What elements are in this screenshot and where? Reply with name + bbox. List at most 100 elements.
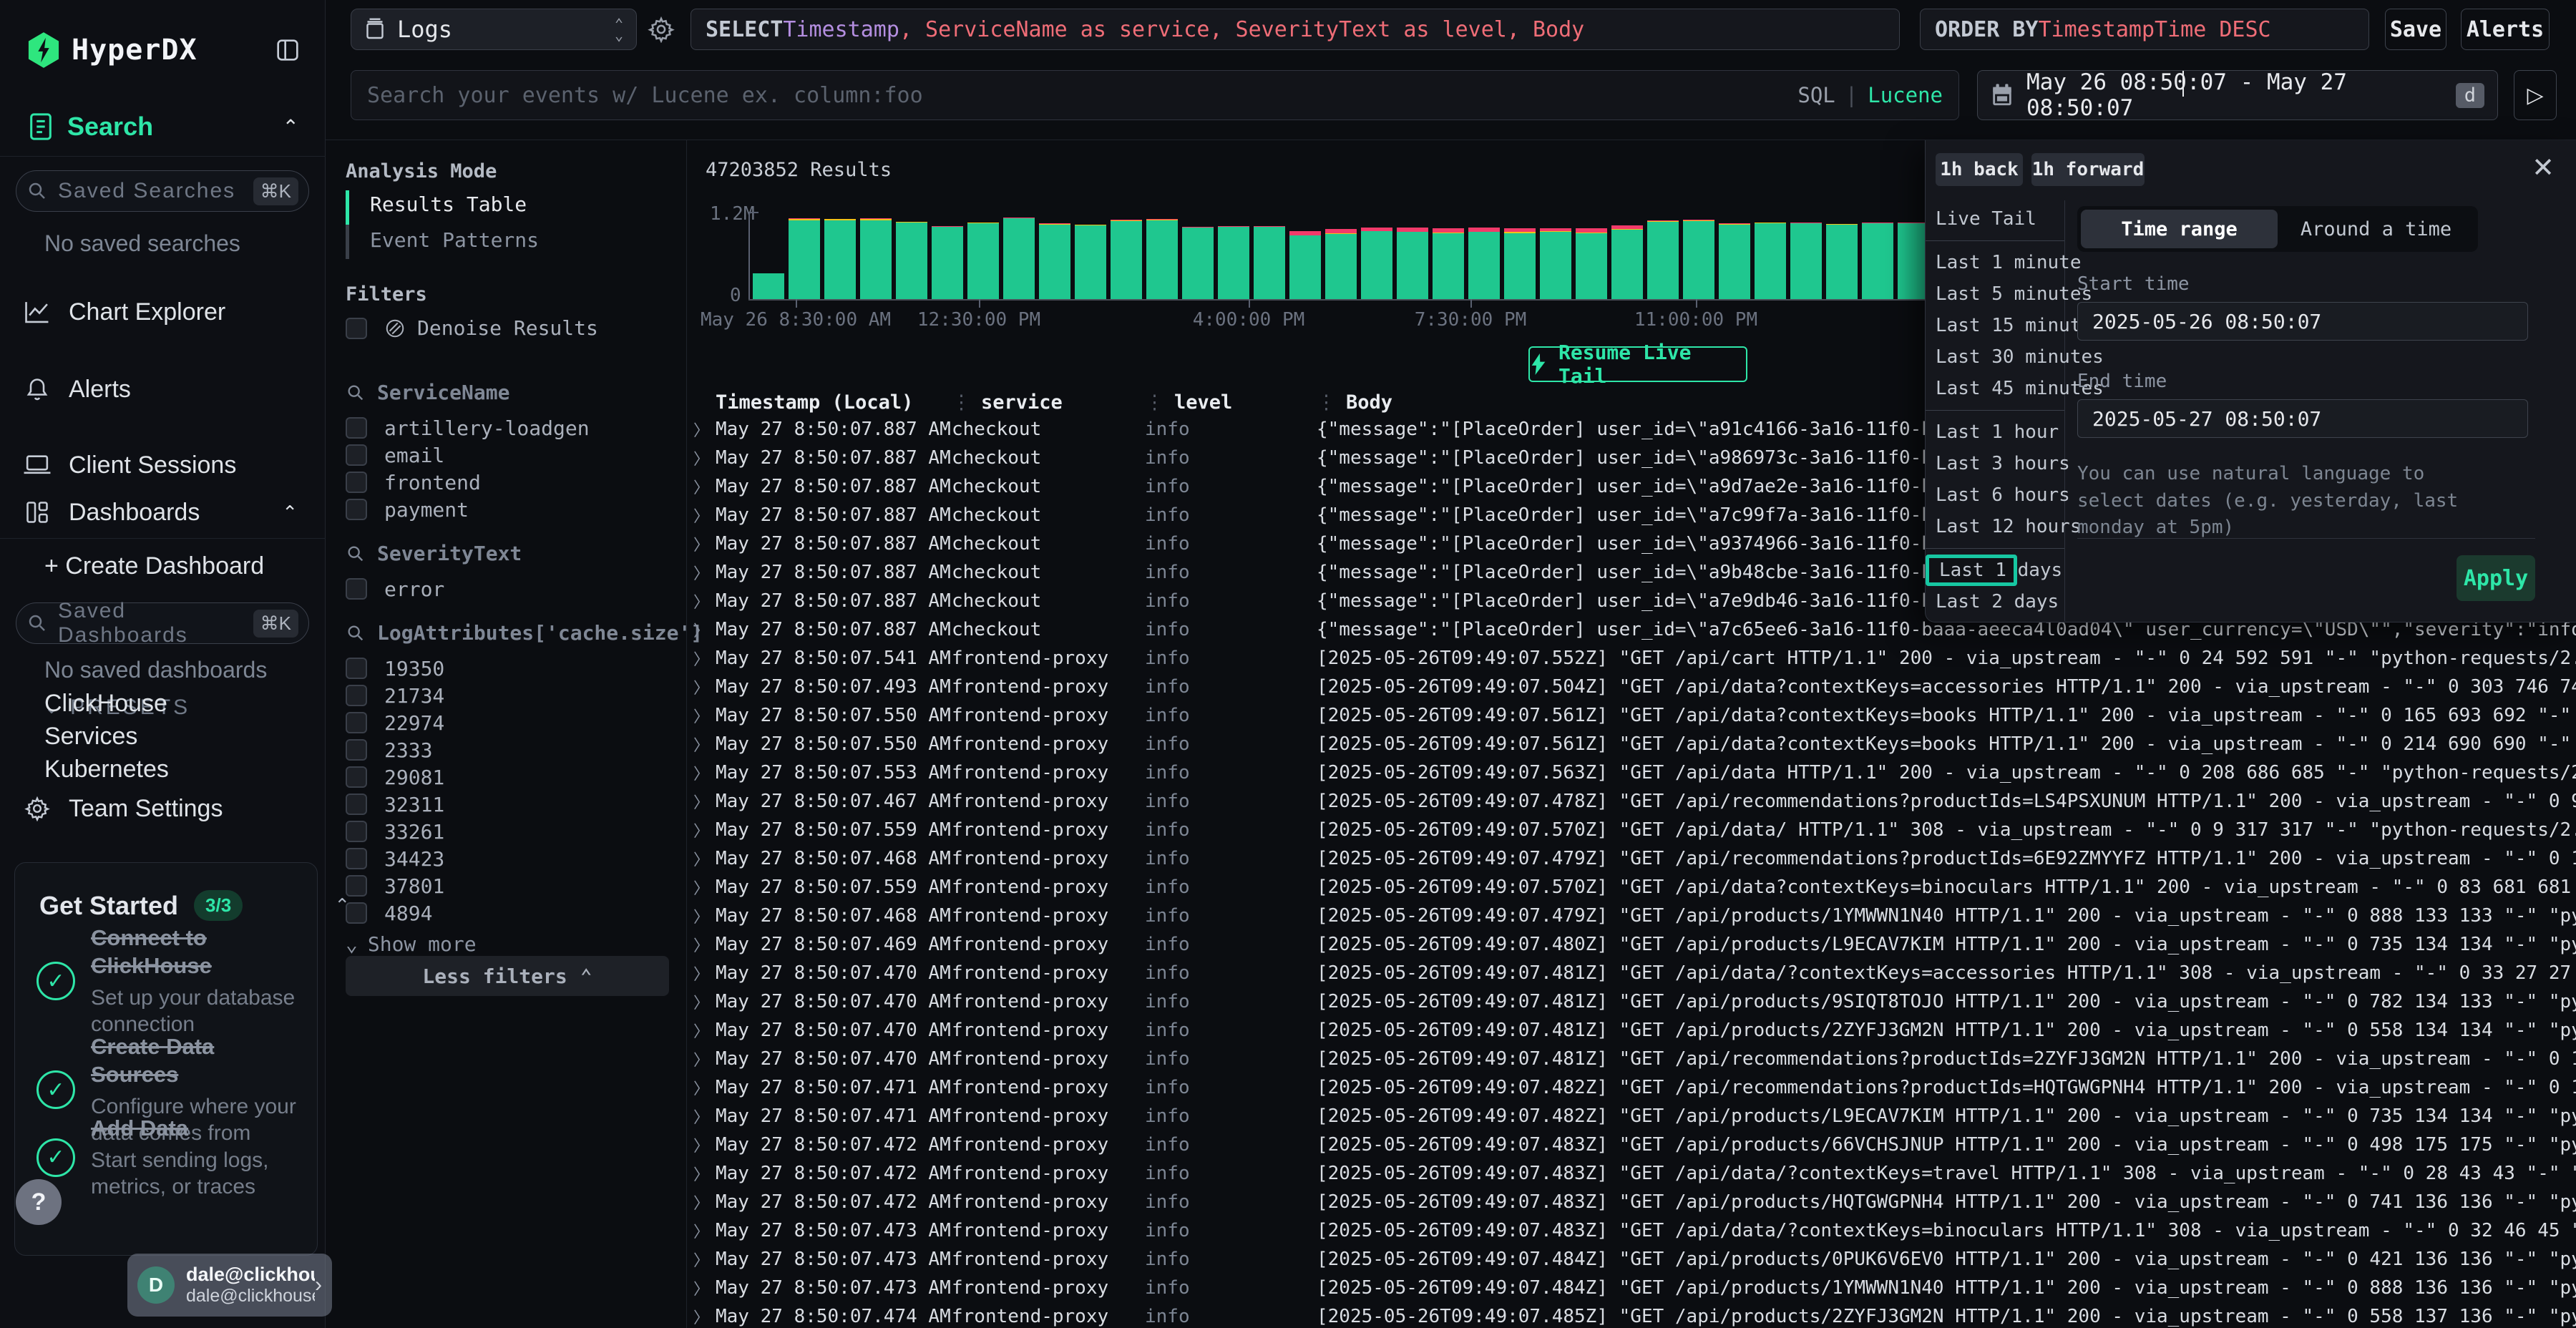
drag-handle-icon[interactable]: ⋮ xyxy=(952,391,971,414)
row-expand-chevron-icon[interactable]: 〉 xyxy=(687,532,716,555)
filter-value-checkbox[interactable]: email xyxy=(346,441,669,469)
quick-range-last-2-days[interactable]: Last 2 days xyxy=(1926,586,2064,617)
row-expand-chevron-icon[interactable]: 〉 xyxy=(687,1191,716,1214)
filter-value-checkbox[interactable]: 19350 xyxy=(346,655,669,682)
quick-range-last-45-minutes[interactable]: Last 45 minutes xyxy=(1926,373,2064,404)
row-expand-chevron-icon[interactable]: 〉 xyxy=(687,418,716,441)
table-row[interactable]: 〉May 27 8:50:07.470 AMfrontend-proxyinfo… xyxy=(687,987,2576,1016)
shift-back-button[interactable]: 1h back xyxy=(1936,153,2023,186)
shift-forward-button[interactable]: 1h forward xyxy=(2031,153,2145,186)
less-filters-button[interactable]: Less filters ⌃ xyxy=(346,956,669,996)
search-icon[interactable] xyxy=(346,623,366,643)
alerts-button[interactable]: Alerts xyxy=(2461,9,2550,50)
source-settings-gear-icon[interactable] xyxy=(648,16,675,43)
table-row[interactable]: 〉May 27 8:50:07.559 AMfrontend-proxyinfo… xyxy=(687,873,2576,902)
filter-value-checkbox[interactable]: 21734 xyxy=(346,682,669,709)
sidebar-item-client-sessions[interactable]: Client Sessions xyxy=(21,445,308,485)
saved-searches-input[interactable]: Saved Searches ⌘K xyxy=(16,170,309,212)
table-row[interactable]: 〉May 27 8:50:07.468 AMfrontend-proxyinfo… xyxy=(687,844,2576,873)
search-icon[interactable] xyxy=(346,544,366,564)
end-time-input[interactable]: 2025-05-27 08:50:07 xyxy=(2077,399,2528,438)
show-more-link[interactable]: ⌄Show more xyxy=(346,932,669,956)
sql-select-editor[interactable]: SELECT Timestamp, ServiceName as service… xyxy=(691,9,1900,50)
drag-handle-icon[interactable]: ⋮ xyxy=(1145,391,1164,414)
filter-value-checkbox[interactable]: 29081 xyxy=(346,763,669,791)
table-row[interactable]: 〉May 27 8:50:07.553 AMfrontend-proxyinfo… xyxy=(687,758,2576,787)
column-header-timestamp[interactable]: Timestamp (Local) xyxy=(716,391,952,414)
row-expand-chevron-icon[interactable]: 〉 xyxy=(687,1248,716,1271)
table-row[interactable]: 〉May 27 8:50:07.472 AMfrontend-proxyinfo… xyxy=(687,1188,2576,1216)
row-expand-chevron-icon[interactable]: 〉 xyxy=(687,1105,716,1128)
preset-item-services[interactable]: Services xyxy=(44,723,137,751)
drag-handle-icon[interactable]: ⋮ xyxy=(1317,391,1336,414)
filter-value-checkbox[interactable]: error xyxy=(346,575,669,602)
save-button[interactable]: Save xyxy=(2385,9,2446,50)
row-expand-chevron-icon[interactable]: 〉 xyxy=(687,561,716,584)
row-expand-chevron-icon[interactable]: 〉 xyxy=(687,1019,716,1042)
table-row[interactable]: 〉May 27 8:50:07.473 AMfrontend-proxyinfo… xyxy=(687,1216,2576,1245)
create-dashboard-button[interactable]: + Create Dashboard xyxy=(44,552,264,580)
analysis-mode-results-table[interactable]: Results Table xyxy=(346,186,539,222)
row-expand-chevron-icon[interactable]: 〉 xyxy=(687,904,716,927)
row-expand-chevron-icon[interactable]: 〉 xyxy=(687,790,716,813)
table-row[interactable]: 〉May 27 8:50:07.472 AMfrontend-proxyinfo… xyxy=(687,1159,2576,1188)
filter-value-checkbox[interactable]: 4894 xyxy=(346,899,669,927)
quick-range-last-6-hours[interactable]: Last 6 hours xyxy=(1926,479,2064,511)
sidebar-item-team-settings[interactable]: Team Settings xyxy=(21,788,308,829)
get-started-item[interactable]: ✓Connect to ClickHouseSet up your databa… xyxy=(36,924,301,1038)
row-expand-chevron-icon[interactable]: 〉 xyxy=(687,1048,716,1070)
row-expand-chevron-icon[interactable]: 〉 xyxy=(687,1219,716,1242)
preset-item-kubernetes[interactable]: Kubernetes xyxy=(44,756,169,783)
lang-toggle-lucene[interactable]: Lucene xyxy=(1868,83,1943,107)
analysis-mode-event-patterns[interactable]: Event Patterns xyxy=(346,222,539,258)
start-time-input[interactable]: 2025-05-26 08:50:07 xyxy=(2077,302,2528,341)
get-started-item[interactable]: ✓Add DataStart sending logs, metrics, or… xyxy=(36,1115,301,1201)
table-row[interactable]: 〉May 27 8:50:07.474 AMfrontend-proxyinfo… xyxy=(687,1302,2576,1328)
filter-value-checkbox[interactable]: 37801 xyxy=(346,872,669,899)
date-range-input[interactable]: May 26 08:50:07 - May 27 08:50:07 d xyxy=(1977,70,2498,120)
row-expand-chevron-icon[interactable]: 〉 xyxy=(687,647,716,670)
filter-value-checkbox[interactable]: payment xyxy=(346,496,669,523)
row-expand-chevron-icon[interactable]: 〉 xyxy=(687,962,716,985)
row-expand-chevron-icon[interactable]: 〉 xyxy=(687,933,716,956)
row-expand-chevron-icon[interactable]: 〉 xyxy=(687,761,716,784)
lang-toggle-sql[interactable]: SQL xyxy=(1797,83,1835,107)
chevron-up-icon[interactable]: ⌃ xyxy=(282,502,298,524)
close-icon[interactable]: ✕ xyxy=(2532,152,2555,184)
sidebar-item-chart-explorer[interactable]: Chart Explorer xyxy=(21,292,308,332)
table-row[interactable]: 〉May 27 8:50:07.550 AMfrontend-proxyinfo… xyxy=(687,701,2576,730)
table-row[interactable]: 〉May 27 8:50:07.559 AMfrontend-proxyinfo… xyxy=(687,816,2576,844)
table-row[interactable]: 〉May 27 8:50:07.471 AMfrontend-proxyinfo… xyxy=(687,1073,2576,1102)
table-row[interactable]: 〉May 27 8:50:07.468 AMfrontend-proxyinfo… xyxy=(687,902,2576,930)
apply-button[interactable]: Apply xyxy=(2457,555,2535,601)
search-input[interactable]: Search your events w/ Lucene ex. column:… xyxy=(351,70,1959,120)
filter-value-checkbox[interactable]: 22974 xyxy=(346,709,669,736)
sidebar-item-search[interactable]: Search ⌃ xyxy=(27,109,306,145)
chevron-up-icon[interactable]: ⌃ xyxy=(283,115,299,139)
saved-dashboards-input[interactable]: Saved Dashboards ⌘K xyxy=(16,602,309,644)
quick-range-last-15-minutes[interactable]: Last 15 minutes xyxy=(1926,310,2064,341)
row-expand-chevron-icon[interactable]: 〉 xyxy=(687,1076,716,1099)
row-expand-chevron-icon[interactable]: 〉 xyxy=(687,504,716,527)
user-menu[interactable]: D dale@clickhouse.com dale@clickhouse.co… xyxy=(127,1254,332,1317)
filter-value-checkbox[interactable]: 32311 xyxy=(346,791,669,818)
sidebar-item-alerts[interactable]: Alerts xyxy=(21,369,308,409)
quick-range-live-tail[interactable]: Live Tail xyxy=(1926,203,2064,235)
quick-range-last-3-hours[interactable]: Last 3 hours xyxy=(1926,448,2064,479)
table-row[interactable]: 〉May 27 8:50:07.472 AMfrontend-proxyinfo… xyxy=(687,1131,2576,1159)
row-expand-chevron-icon[interactable]: 〉 xyxy=(687,990,716,1013)
quick-range-last-5-minutes[interactable]: Last 5 minutes xyxy=(1926,278,2064,310)
orderby-editor[interactable]: ORDER BY TimestampTime DESC xyxy=(1920,9,2369,50)
help-button[interactable]: ? xyxy=(16,1179,62,1225)
table-row[interactable]: 〉May 27 8:50:07.470 AMfrontend-proxyinfo… xyxy=(687,1045,2576,1073)
row-expand-chevron-icon[interactable]: 〉 xyxy=(687,704,716,727)
quick-range-last-1-minute[interactable]: Last 1 minute xyxy=(1926,247,2064,278)
tab-around-a-time[interactable]: Around a time xyxy=(2278,210,2474,248)
source-select[interactable]: Logs ⌃⌄ xyxy=(351,9,637,50)
row-expand-chevron-icon[interactable]: 〉 xyxy=(687,1305,716,1328)
row-expand-chevron-icon[interactable]: 〉 xyxy=(687,1276,716,1299)
row-expand-chevron-icon[interactable]: 〉 xyxy=(687,1133,716,1156)
row-expand-chevron-icon[interactable]: 〉 xyxy=(687,446,716,469)
table-row[interactable]: 〉May 27 8:50:07.473 AMfrontend-proxyinfo… xyxy=(687,1245,2576,1274)
row-expand-chevron-icon[interactable]: 〉 xyxy=(687,675,716,698)
